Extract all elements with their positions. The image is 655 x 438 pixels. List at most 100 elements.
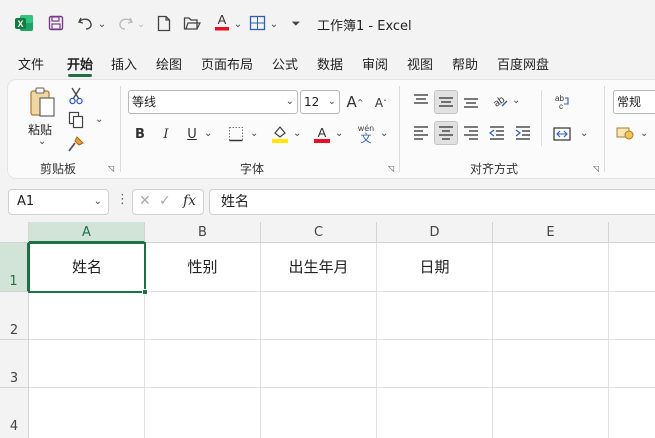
- cell-f1[interactable]: [609, 243, 655, 292]
- cell-e3[interactable]: [493, 340, 609, 388]
- currency-format-dropdown-icon[interactable]: ⌄: [640, 128, 648, 139]
- align-center-icon[interactable]: [434, 121, 458, 145]
- cell-c2[interactable]: [261, 292, 377, 340]
- row-header-1[interactable]: 1: [0, 243, 29, 292]
- column-header-f[interactable]: [609, 222, 655, 243]
- fill-color-dropdown-icon[interactable]: ⌄: [293, 128, 301, 139]
- phonetic-dropdown-icon[interactable]: ⌄: [380, 128, 388, 139]
- column-header-e[interactable]: E: [493, 222, 609, 243]
- merge-center-icon[interactable]: [550, 122, 574, 146]
- cell-a4[interactable]: [29, 388, 145, 438]
- undo-icon[interactable]: [74, 11, 98, 35]
- align-top-icon[interactable]: [410, 90, 432, 112]
- format-painter-icon[interactable]: [66, 134, 86, 154]
- column-header-c[interactable]: C: [261, 222, 377, 243]
- tab-data[interactable]: 数据: [317, 54, 343, 73]
- fill-handle[interactable]: [142, 289, 148, 295]
- formula-input[interactable]: 姓名: [209, 189, 655, 215]
- cell-e2[interactable]: [493, 292, 609, 340]
- cell-a1[interactable]: 姓名: [28, 242, 146, 293]
- select-all-button[interactable]: [0, 222, 29, 243]
- paste-dropdown-icon[interactable]: ⌄: [38, 136, 46, 147]
- row-header-4[interactable]: 4: [0, 388, 29, 438]
- cell-f3[interactable]: [609, 340, 655, 388]
- align-right-icon[interactable]: [460, 122, 482, 144]
- column-header-a[interactable]: A: [29, 222, 145, 243]
- font-size-select[interactable]: 12 ⌄: [300, 90, 340, 114]
- tab-home[interactable]: 开始: [67, 54, 93, 73]
- increase-font-size-icon[interactable]: A ^: [345, 91, 365, 113]
- new-file-icon[interactable]: [152, 11, 176, 35]
- column-header-d[interactable]: D: [377, 222, 493, 243]
- phonetic-guide-icon[interactable]: wén 文: [355, 122, 377, 146]
- orientation-dropdown-icon[interactable]: ⌄: [512, 95, 520, 106]
- font-color-quick-icon[interactable]: A: [210, 10, 234, 34]
- column-header-b[interactable]: B: [145, 222, 261, 243]
- name-box[interactable]: A1 ⌄: [8, 189, 109, 215]
- tab-insert[interactable]: 插入: [111, 54, 137, 73]
- cancel-icon[interactable]: ✕: [139, 193, 151, 209]
- cell-a2[interactable]: [29, 292, 145, 340]
- paste-icon[interactable]: [26, 86, 60, 118]
- cell-c3[interactable]: [261, 340, 377, 388]
- number-format-select[interactable]: 常规: [613, 90, 655, 114]
- undo-dropdown-icon[interactable]: ⌄: [97, 12, 107, 36]
- save-icon[interactable]: [44, 11, 68, 35]
- copy-dropdown-icon[interactable]: ⌄: [95, 114, 103, 125]
- cell-b1[interactable]: 性别: [145, 243, 261, 292]
- orientation-icon[interactable]: ab: [488, 90, 510, 112]
- cell-d2[interactable]: [377, 292, 493, 340]
- align-middle-icon[interactable]: [434, 90, 458, 114]
- customize-toolbar-icon[interactable]: ⏷: [289, 12, 303, 36]
- insert-function-icon[interactable]: fx: [183, 193, 196, 209]
- borders-quick-icon[interactable]: [246, 11, 270, 35]
- enter-icon[interactable]: ✓: [159, 193, 171, 209]
- alignment-launcher-icon[interactable]: ◹: [593, 164, 599, 173]
- cell-e1[interactable]: [493, 243, 609, 292]
- font-color-dropdown-icon[interactable]: ⌄: [335, 128, 343, 139]
- cell-e4[interactable]: [493, 388, 609, 438]
- borders-quick-dropdown-icon[interactable]: ⌄: [269, 12, 279, 36]
- increase-indent-icon[interactable]: [512, 122, 534, 144]
- copy-icon[interactable]: [66, 110, 86, 130]
- cell-a3[interactable]: [29, 340, 145, 388]
- cell-b3[interactable]: [145, 340, 261, 388]
- clipboard-launcher-icon[interactable]: ◹: [108, 164, 114, 173]
- cell-d1[interactable]: 日期: [377, 243, 493, 292]
- borders-icon[interactable]: [226, 124, 246, 144]
- cell-d3[interactable]: [377, 340, 493, 388]
- row-header-2[interactable]: 2: [0, 292, 29, 340]
- tab-help[interactable]: 帮助: [452, 54, 478, 73]
- cell-b4[interactable]: [145, 388, 261, 438]
- tab-baidu-netdisk[interactable]: 百度网盘: [497, 54, 549, 73]
- tab-formulas[interactable]: 公式: [272, 54, 298, 73]
- decrease-indent-icon[interactable]: [486, 122, 508, 144]
- align-bottom-icon[interactable]: [460, 90, 482, 112]
- italic-button[interactable]: I: [157, 124, 175, 144]
- row-header-3[interactable]: 3: [0, 340, 29, 388]
- open-folder-icon[interactable]: [180, 11, 204, 35]
- cell-b2[interactable]: [145, 292, 261, 340]
- underline-dropdown-icon[interactable]: ⌄: [204, 128, 212, 139]
- bold-button[interactable]: B: [131, 124, 149, 144]
- cell-f2[interactable]: [609, 292, 655, 340]
- font-color-icon[interactable]: A: [311, 123, 333, 145]
- tab-review[interactable]: 审阅: [362, 54, 388, 73]
- font-name-select[interactable]: 等线 ⌄: [128, 90, 298, 114]
- tab-view[interactable]: 视图: [407, 54, 433, 73]
- wrap-text-icon[interactable]: ab c: [550, 90, 574, 114]
- merge-center-dropdown-icon[interactable]: ⌄: [580, 128, 588, 139]
- cell-d4[interactable]: [377, 388, 493, 438]
- font-launcher-icon[interactable]: ◹: [388, 164, 394, 173]
- tab-draw[interactable]: 绘图: [156, 54, 182, 73]
- cell-c1[interactable]: 出生年月: [261, 243, 377, 292]
- borders-dropdown-icon[interactable]: ⌄: [250, 128, 258, 139]
- cut-icon[interactable]: [66, 86, 86, 106]
- font-color-quick-dropdown-icon[interactable]: ⌄: [233, 12, 243, 36]
- underline-button[interactable]: U: [183, 124, 201, 144]
- cell-f4[interactable]: [609, 388, 655, 438]
- currency-format-icon[interactable]: [614, 122, 636, 144]
- formula-bar-more-icon[interactable]: ⋮: [116, 192, 129, 207]
- cell-c4[interactable]: [261, 388, 377, 438]
- tab-file[interactable]: 文件: [18, 54, 44, 73]
